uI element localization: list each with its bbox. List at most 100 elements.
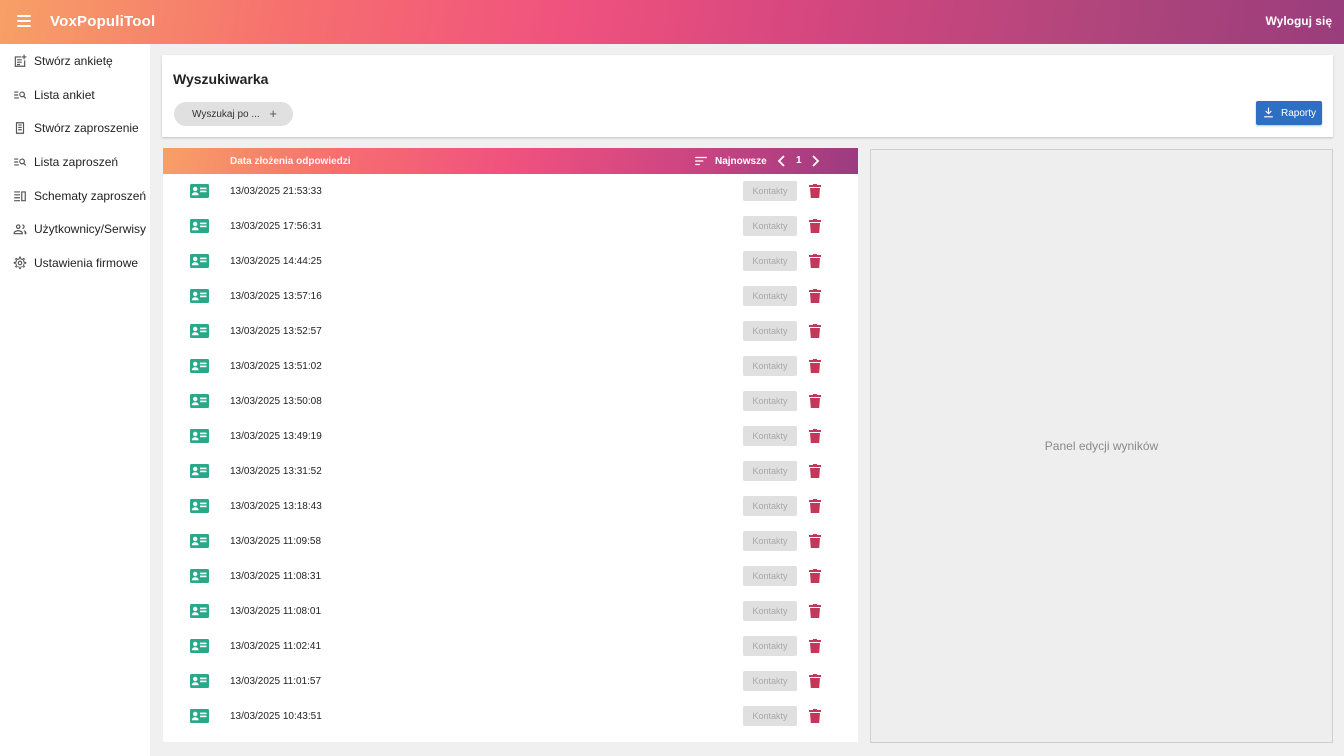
table-row[interactable]: 13/03/2025 13:18:43 Kontakty bbox=[163, 489, 858, 524]
column-header-date: Data złożenia odpowiedzi bbox=[230, 156, 351, 167]
trash-icon[interactable] bbox=[809, 639, 821, 653]
submission-date: 13/03/2025 11:09:58 bbox=[230, 536, 322, 547]
sidebar-item-label: Lista zaproszeń bbox=[34, 154, 119, 169]
contacts-button[interactable]: Kontakty bbox=[743, 706, 797, 726]
contact-card-icon[interactable] bbox=[190, 464, 209, 478]
submission-date: 13/03/2025 10:43:51 bbox=[230, 711, 322, 722]
trash-icon[interactable] bbox=[809, 709, 821, 723]
contacts-button[interactable]: Kontakty bbox=[743, 671, 797, 691]
trash-icon[interactable] bbox=[809, 499, 821, 513]
contacts-button[interactable]: Kontakty bbox=[743, 461, 797, 481]
search-by-chip[interactable]: Wyszukaj po ... + bbox=[174, 102, 293, 126]
trash-icon[interactable] bbox=[809, 289, 821, 303]
sidebar-item-label: Lista ankiet bbox=[34, 87, 95, 102]
contact-card-icon[interactable] bbox=[190, 639, 209, 653]
trash-icon[interactable] bbox=[809, 359, 821, 373]
table-row[interactable]: 13/03/2025 17:56:31 Kontakty bbox=[163, 209, 858, 244]
trash-icon[interactable] bbox=[809, 569, 821, 583]
table-row[interactable]: 13/03/2025 13:52:57 Kontakty bbox=[163, 314, 858, 349]
contact-card-icon[interactable] bbox=[190, 569, 209, 583]
contact-card-icon[interactable] bbox=[190, 674, 209, 688]
trash-icon[interactable] bbox=[809, 394, 821, 408]
chevron-left-icon[interactable] bbox=[777, 154, 787, 168]
trash-icon[interactable] bbox=[809, 219, 821, 233]
contacts-button[interactable]: Kontakty bbox=[743, 496, 797, 516]
contacts-button[interactable]: Kontakty bbox=[743, 636, 797, 656]
table-row[interactable]: 13/03/2025 13:49:19 Kontakty bbox=[163, 419, 858, 454]
table-row[interactable]: 13/03/2025 11:09:58 Kontakty bbox=[163, 524, 858, 559]
sort-label[interactable]: Najnowsze bbox=[715, 156, 767, 167]
contact-card-icon[interactable] bbox=[190, 184, 209, 198]
table-row[interactable]: 13/03/2025 13:57:16 Kontakty bbox=[163, 279, 858, 314]
sidebar-item-survey-list[interactable]: Lista ankiet bbox=[0, 78, 150, 112]
table-row[interactable]: 13/03/2025 11:01:57 Kontakty bbox=[163, 664, 858, 699]
trash-icon[interactable] bbox=[809, 184, 821, 198]
table-row[interactable]: 13/03/2025 13:50:08 Kontakty bbox=[163, 384, 858, 419]
contact-card-icon[interactable] bbox=[190, 534, 209, 548]
contacts-button[interactable]: Kontakty bbox=[743, 566, 797, 586]
hamburger-menu-icon[interactable] bbox=[14, 12, 34, 32]
sort-icon[interactable] bbox=[694, 155, 708, 167]
submission-date: 13/03/2025 11:08:31 bbox=[230, 571, 322, 582]
submission-date: 13/03/2025 21:53:33 bbox=[230, 186, 322, 197]
contacts-button[interactable]: Kontakty bbox=[743, 356, 797, 376]
table-row[interactable]: 13/03/2025 13:51:02 Kontakty bbox=[163, 349, 858, 384]
contacts-button[interactable]: Kontakty bbox=[743, 426, 797, 446]
contact-card-icon[interactable] bbox=[190, 254, 209, 268]
reports-button[interactable]: Raporty bbox=[1256, 101, 1322, 125]
trash-icon[interactable] bbox=[809, 674, 821, 688]
trash-icon[interactable] bbox=[809, 604, 821, 618]
contact-card-icon[interactable] bbox=[190, 219, 209, 233]
table-row[interactable]: 13/03/2025 21:53:33 Kontakty bbox=[163, 174, 858, 209]
table-row[interactable]: 13/03/2025 11:08:31 Kontakty bbox=[163, 559, 858, 594]
sidebar-item-create-invitation[interactable]: Stwórz zaproszenie bbox=[0, 111, 150, 145]
submission-date: 13/03/2025 13:52:57 bbox=[230, 326, 322, 337]
sidebar-item-users-services[interactable]: Użytkownicy/Serwisy bbox=[0, 212, 150, 246]
submission-date: 13/03/2025 13:49:19 bbox=[230, 431, 322, 442]
contacts-button[interactable]: Kontakty bbox=[743, 321, 797, 341]
contacts-button[interactable]: Kontakty bbox=[743, 391, 797, 411]
contact-card-icon[interactable] bbox=[190, 499, 209, 513]
contact-card-icon[interactable] bbox=[190, 604, 209, 618]
trash-icon[interactable] bbox=[809, 254, 821, 268]
contact-card-icon[interactable] bbox=[190, 394, 209, 408]
contacts-button[interactable]: Kontakty bbox=[743, 216, 797, 236]
table-row[interactable]: 13/03/2025 11:02:41 Kontakty bbox=[163, 629, 858, 664]
results-edit-panel: Panel edycji wyników bbox=[870, 149, 1333, 743]
page-number: 1 bbox=[796, 155, 802, 166]
download-icon bbox=[1264, 107, 1273, 118]
table-row[interactable]: 13/03/2025 13:31:52 Kontakty bbox=[163, 454, 858, 489]
add-icon: + bbox=[269, 106, 277, 121]
trash-icon[interactable] bbox=[809, 429, 821, 443]
sidebar-item-invitation-list[interactable]: Lista zaproszeń bbox=[0, 145, 150, 179]
contact-card-icon[interactable] bbox=[190, 359, 209, 373]
responses-rows: 13/03/2025 21:53:33 Kontakty 13/03/2025 17… bbox=[163, 174, 858, 734]
logout-button[interactable]: Wyloguj się bbox=[1266, 14, 1332, 28]
contact-card-icon[interactable] bbox=[190, 709, 209, 723]
table-row[interactable]: 13/03/2025 10:43:51 Kontakty bbox=[163, 699, 858, 734]
contacts-button[interactable]: Kontakty bbox=[743, 531, 797, 551]
trash-icon[interactable] bbox=[809, 324, 821, 338]
table-row[interactable]: 13/03/2025 14:44:25 Kontakty bbox=[163, 244, 858, 279]
table-row[interactable]: 13/03/2025 11:08:01 Kontakty bbox=[163, 594, 858, 629]
sidebar-item-invitation-schemas[interactable]: Schematy zaproszeń bbox=[0, 179, 150, 213]
new-survey-icon bbox=[12, 53, 27, 68]
chevron-right-icon[interactable] bbox=[810, 154, 820, 168]
contact-card-icon[interactable] bbox=[190, 324, 209, 338]
app-header: VoxPopuliTool Wyloguj się bbox=[0, 0, 1344, 44]
trash-icon[interactable] bbox=[809, 464, 821, 478]
trash-icon[interactable] bbox=[809, 534, 821, 548]
sidebar-item-create-survey[interactable]: Stwórz ankietę bbox=[0, 44, 150, 78]
sidebar-item-company-settings[interactable]: Ustawienia firmowe bbox=[0, 246, 150, 280]
contacts-button[interactable]: Kontakty bbox=[743, 181, 797, 201]
sidebar-item-label: Stwórz zaproszenie bbox=[34, 121, 139, 136]
sidebar-item-label: Ustawienia firmowe bbox=[34, 255, 139, 270]
sidebar: Stwórz ankietę Lista ankiet Stwórz zapro… bbox=[0, 44, 150, 756]
contact-card-icon[interactable] bbox=[190, 289, 209, 303]
contact-card-icon[interactable] bbox=[190, 429, 209, 443]
gear-icon bbox=[12, 255, 27, 270]
results-edit-placeholder: Panel edycji wyników bbox=[1044, 439, 1159, 453]
contacts-button[interactable]: Kontakty bbox=[743, 601, 797, 621]
contacts-button[interactable]: Kontakty bbox=[743, 286, 797, 306]
contacts-button[interactable]: Kontakty bbox=[743, 251, 797, 271]
